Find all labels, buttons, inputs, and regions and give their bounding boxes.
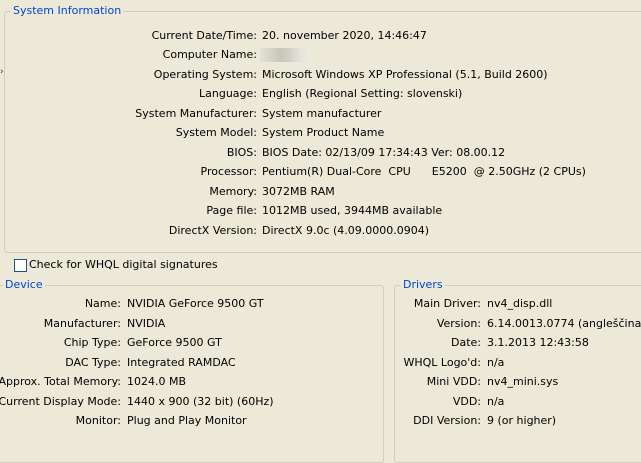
info-value: 3072MB RAM	[262, 185, 335, 198]
driver-row-version: Version: 6.14.0013.0774 (angleščina)	[0, 316, 641, 332]
info-value: English (Regional Setting: slovenski)	[262, 87, 463, 100]
info-row-system-manufacturer: System Manufacturer: System manufacturer	[0, 106, 641, 122]
info-value: System manufacturer	[262, 107, 382, 120]
driver-label: Date:	[451, 336, 481, 349]
driver-label: WHQL Logo'd:	[403, 356, 481, 369]
whql-checkbox-label[interactable]: Check for WHQL digital signatures	[29, 258, 218, 272]
info-value: Microsoft Windows XP Professional (5.1, …	[262, 68, 548, 81]
info-label: System Model:	[175, 126, 257, 139]
info-value: 20. november 2020, 14:46:47	[262, 29, 427, 42]
driver-value: n/a	[487, 356, 505, 369]
driver-label: Mini VDD:	[426, 375, 481, 388]
info-value: BIOS Date: 02/13/09 17:34:43 Ver: 08.00.…	[262, 146, 506, 159]
device-title: Device	[3, 278, 45, 292]
info-value: Pentium(R) Dual-Core CPU E5200 @ 2.50GHz…	[262, 165, 586, 178]
driver-value: 9 (or higher)	[487, 414, 557, 427]
system-information-title: System Information	[11, 4, 124, 18]
driver-value: 6.14.0013.0774 (angleščina)	[487, 317, 641, 330]
driver-value: nv4_mini.sys	[487, 375, 559, 388]
info-row-computer-name: Computer Name:	[0, 47, 641, 63]
info-label: DirectX Version:	[168, 224, 257, 237]
info-value: DirectX 9.0c (4.09.0000.0904)	[262, 224, 430, 237]
info-label: Page file:	[206, 204, 257, 217]
driver-row-vdd: VDD: n/a	[0, 394, 641, 410]
info-label: Memory:	[209, 185, 257, 198]
driver-value: nv4_disp.dll	[487, 297, 553, 310]
driver-label: Main Driver:	[413, 297, 481, 310]
info-value: 1012MB used, 3944MB available	[262, 204, 443, 217]
info-label: Language:	[199, 87, 257, 100]
driver-label: Version:	[436, 317, 481, 330]
resize-handle-icon[interactable]: ›	[0, 66, 5, 78]
driver-value: 3.1.2013 12:43:58	[487, 336, 589, 349]
info-label: Current Date/Time:	[151, 29, 257, 42]
info-value: System Product Name	[262, 126, 385, 139]
driver-label: VDD:	[452, 395, 481, 408]
drivers-title: Drivers	[401, 278, 445, 292]
info-label: Operating System:	[153, 68, 257, 81]
driver-value: n/a	[487, 395, 505, 408]
info-row-memory: Memory: 3072MB RAM	[0, 184, 641, 200]
info-value-redacted	[260, 47, 310, 63]
whql-checkbox[interactable]	[14, 259, 27, 272]
info-label: Processor:	[200, 165, 258, 178]
driver-row-ddi-version: DDI Version: 9 (or higher)	[0, 413, 641, 429]
info-row-operating-system: Operating System: Microsoft Windows XP P…	[0, 67, 641, 83]
driver-row-mini-vdd: Mini VDD: nv4_mini.sys	[0, 374, 641, 390]
driver-row-main-driver: Main Driver: nv4_disp.dll	[0, 296, 641, 312]
info-row-datetime: Current Date/Time: 20. november 2020, 14…	[0, 28, 641, 44]
info-label: Computer Name:	[162, 48, 257, 61]
driver-row-date: Date: 3.1.2013 12:43:58	[0, 335, 641, 351]
driver-row-whql-logo: WHQL Logo'd: n/a	[0, 355, 641, 371]
info-label: BIOS:	[226, 146, 257, 159]
info-label: System Manufacturer:	[135, 107, 257, 120]
info-row-directx-version: DirectX Version: DirectX 9.0c (4.09.0000…	[0, 223, 641, 239]
info-row-language: Language: English (Regional Setting: slo…	[0, 86, 641, 102]
info-row-bios: BIOS: BIOS Date: 02/13/09 17:34:43 Ver: …	[0, 145, 641, 161]
info-row-system-model: System Model: System Product Name	[0, 125, 641, 141]
driver-label: DDI Version:	[413, 414, 481, 427]
info-row-page-file: Page file: 1012MB used, 3944MB available	[0, 203, 641, 219]
info-row-processor: Processor: Pentium(R) Dual-Core CPU E520…	[0, 164, 641, 180]
